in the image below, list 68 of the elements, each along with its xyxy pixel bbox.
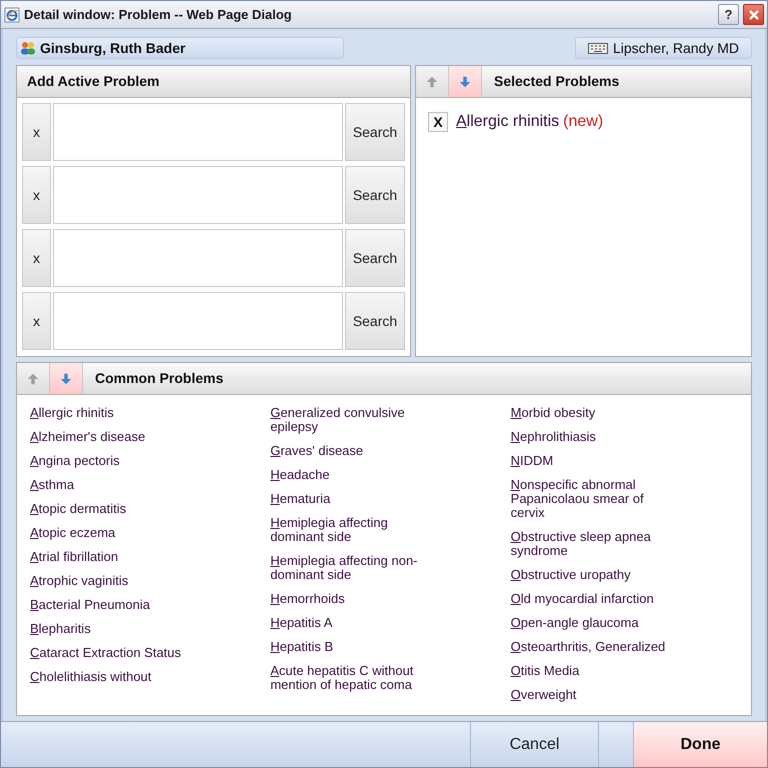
problem-link[interactable]: Hemiplegia affecting non-dominant side [270, 554, 438, 582]
new-tag: (new) [563, 110, 604, 134]
problem-link[interactable]: Bacterial Pneumonia [30, 598, 198, 612]
up-arrow-icon [425, 74, 439, 88]
problem-link[interactable]: Graves' disease [270, 444, 438, 458]
problem-link[interactable]: Angina pectoris [30, 454, 198, 468]
problem-link[interactable]: Blepharitis [30, 622, 198, 636]
help-button[interactable]: ? [718, 4, 739, 25]
cancel-button[interactable]: Cancel [470, 722, 598, 767]
problem-link[interactable]: Old myocardial infarction [510, 592, 679, 606]
down-arrow-icon [59, 372, 73, 386]
move-down-button[interactable] [449, 66, 482, 97]
clear-button[interactable]: x [22, 166, 51, 224]
problem-input-field[interactable] [53, 166, 343, 224]
problem-input-field[interactable] [53, 229, 343, 287]
problem-link[interactable]: Overweight [510, 688, 679, 702]
keyboard-icon [588, 42, 608, 54]
problem-link[interactable]: Cataract Extraction Status [30, 646, 198, 660]
panel-title: Selected Problems [493, 72, 620, 91]
search-button[interactable]: Search [345, 103, 405, 161]
problem-link[interactable]: Atopic dermatitis [30, 502, 198, 516]
close-icon [748, 8, 760, 20]
browser-icon [4, 6, 20, 22]
problem-link[interactable]: Allergic rhinitis [30, 406, 198, 420]
remove-button[interactable]: X [428, 112, 448, 132]
search-button[interactable]: Search [345, 229, 405, 287]
problem-link[interactable]: Osteoarthritis, Generalized [510, 640, 679, 654]
problem-link[interactable]: Atopic eczema [30, 526, 198, 540]
problem-link[interactable]: Hematuria [270, 492, 438, 506]
problem-link[interactable]: Headache [270, 468, 438, 482]
problem-link[interactable]: Generalized convulsive epilepsy [270, 406, 438, 434]
problem-link[interactable]: Obstructive sleep apnea syndrome [510, 530, 679, 558]
clear-button[interactable]: x [22, 292, 51, 350]
problem-link[interactable]: NIDDM [510, 454, 679, 468]
problem-link[interactable]: Hepatitis A [270, 616, 438, 630]
problem-link[interactable]: Cholelithiasis without [30, 670, 198, 684]
problem-link[interactable]: Otitis Media [510, 664, 679, 678]
problem-link[interactable]: Morbid obesity [510, 406, 679, 420]
panel-title: Add Active Problem [27, 72, 160, 91]
problem-link[interactable]: Atrophic vaginitis [30, 574, 198, 588]
done-button[interactable]: Done [633, 722, 767, 767]
window-title: Detail window: Problem -- Web Page Dialog [24, 6, 293, 24]
problem-link[interactable]: Hepatitis B [270, 640, 438, 654]
up-arrow-icon [26, 372, 40, 386]
clear-button[interactable]: x [22, 229, 51, 287]
down-arrow-icon [458, 74, 472, 88]
problem-link[interactable]: Asthma [30, 478, 198, 492]
problem-link[interactable]: Obstructive uropathy [510, 568, 679, 582]
problem-link[interactable]: Alzheimer's disease [30, 430, 198, 444]
problem-link[interactable]: Atrial fibrillation [30, 550, 198, 564]
close-button[interactable] [743, 4, 764, 25]
search-button[interactable]: Search [345, 292, 405, 350]
problem-link[interactable]: Hemiplegia affecting dominant side [270, 516, 438, 544]
patient-name: Ginsburg, Ruth Bader [40, 38, 186, 58]
problem-link[interactable]: Hemorrhoids [270, 592, 438, 606]
panel-title: Common Problems [94, 369, 224, 388]
problem-input-field[interactable] [53, 103, 343, 161]
problem-link[interactable]: Open-angle glaucoma [510, 616, 679, 630]
provider-name: Lipscher, Randy MD [612, 38, 739, 58]
problem-input-field[interactable] [53, 292, 343, 350]
move-down-button[interactable] [50, 363, 83, 394]
problem-link[interactable]: Nephrolithiasis [510, 430, 679, 444]
search-button[interactable]: Search [345, 166, 405, 224]
problem-link[interactable]: Allergic rhinitis [456, 110, 560, 134]
problem-link[interactable]: Nonspecific abnormal Papanicolaou smear of cervix [510, 478, 679, 520]
people-icon [20, 41, 36, 55]
problem-link[interactable]: Acute hepatitis C without mention of hepatic coma [270, 664, 438, 692]
clear-button[interactable]: x [22, 103, 51, 161]
